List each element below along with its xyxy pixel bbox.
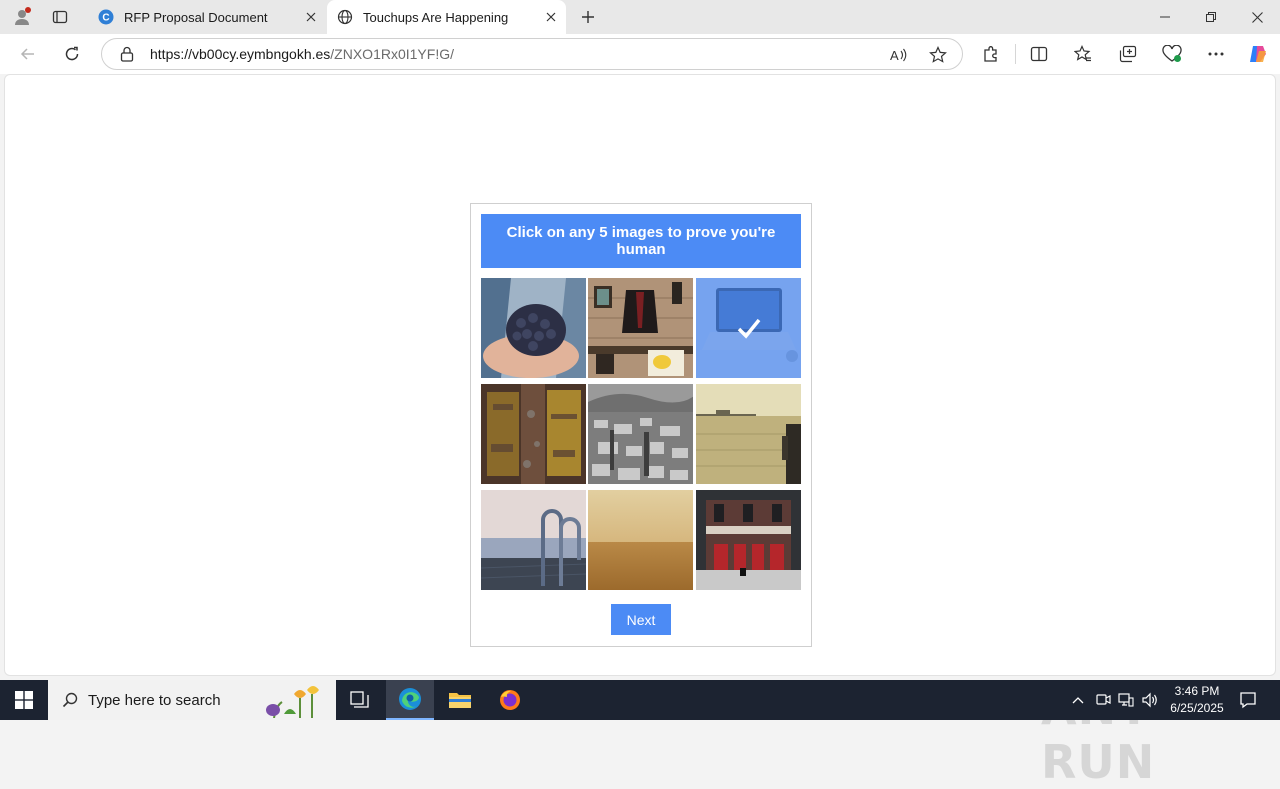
more-dots-icon: [1208, 52, 1224, 56]
taskbar-clock[interactable]: 3:46 PM 6/25/2025: [1164, 683, 1230, 717]
network-icon[interactable]: [1116, 690, 1136, 710]
search-icon: [60, 690, 80, 710]
selected-overlay: [696, 278, 801, 378]
show-hidden-icons-chevron-icon[interactable]: [1068, 690, 1088, 710]
tab-rfp-proposal[interactable]: C RFP Proposal Document: [88, 0, 326, 34]
toolbar-divider: [1015, 44, 1016, 64]
windows-taskbar: Type here to search 3:46 PM 6/25/2025: [0, 680, 1280, 720]
puzzle-icon: [984, 46, 997, 62]
tab-title: Touchups Are Happening: [363, 9, 509, 25]
split-screen-button[interactable]: [1024, 39, 1054, 69]
plus-icon: [582, 11, 594, 23]
svg-text:C: C: [102, 13, 109, 24]
task-view-button[interactable]: [336, 680, 384, 720]
close-icon: [1251, 11, 1263, 23]
close-tab-icon[interactable]: [540, 6, 562, 28]
search-placeholder: Type here to search: [88, 691, 221, 709]
captcha-tile-theater[interactable]: [696, 490, 801, 590]
captcha-heading: Click on any 5 images to prove you're hu…: [481, 214, 801, 268]
globe-icon: [337, 9, 353, 25]
start-button[interactable]: [0, 680, 48, 720]
windows-logo-icon: [15, 691, 33, 709]
volume-icon[interactable]: [1140, 690, 1160, 710]
read-aloud-icon[interactable]: A: [886, 43, 910, 67]
tab-touchups[interactable]: Touchups Are Happening: [327, 0, 566, 34]
clock-date: 6/25/2025: [1170, 701, 1224, 715]
captcha-tile-laptop[interactable]: [696, 278, 801, 378]
checkmark-icon: [737, 318, 760, 339]
site-info-icon[interactable]: [116, 43, 138, 65]
browser-essentials-button[interactable]: [1157, 39, 1187, 69]
document-favicon-icon: C: [98, 9, 114, 25]
restore-icon: [1206, 12, 1216, 22]
edge-icon: [399, 688, 421, 710]
back-arrow-icon: [20, 48, 34, 60]
taskbar-edge[interactable]: [386, 680, 434, 720]
captcha-tile-city[interactable]: [588, 384, 693, 484]
new-tab-button[interactable]: [576, 5, 600, 29]
taskbar-search-box[interactable]: Type here to search: [48, 680, 336, 720]
next-button[interactable]: Next: [611, 604, 671, 635]
svg-text:A: A: [890, 48, 899, 63]
copilot-icon: [1250, 46, 1266, 62]
address-bar[interactable]: https://vb00cy.eymbngokh.es/ZNXO1Rx0I1YF…: [101, 38, 963, 70]
taskbar-firefox[interactable]: [486, 680, 534, 720]
copilot-button[interactable]: [1243, 39, 1273, 69]
captcha-tile-desert[interactable]: [588, 490, 693, 590]
favorites-button[interactable]: [1068, 39, 1098, 69]
settings-more-button[interactable]: [1201, 39, 1231, 69]
restore-button[interactable]: [1188, 0, 1234, 34]
task-view-icon: [350, 691, 369, 708]
captcha-tile-grapes[interactable]: [481, 278, 586, 378]
tab-actions-button[interactable]: [46, 4, 74, 30]
folder-icon: [449, 693, 471, 708]
tab-actions-icon: [52, 10, 68, 24]
collections-button[interactable]: [1113, 39, 1143, 69]
back-button[interactable]: [13, 39, 43, 69]
captcha-box: Click on any 5 images to prove you're hu…: [470, 203, 812, 647]
url-path: /ZNXO1Rx0I1YF!G/: [330, 46, 454, 62]
captcha-grid: [481, 278, 802, 591]
captcha-tile-pool-ladder[interactable]: [481, 490, 586, 590]
minimize-icon: [1160, 16, 1170, 18]
spring-flowers-icon: [266, 686, 319, 718]
url-host: https://vb00cy.eymbngokh.es: [150, 46, 331, 62]
firefox-icon: [500, 690, 520, 710]
clock-time: 3:46 PM: [1174, 684, 1220, 698]
profile-icon: [15, 7, 31, 25]
tab-strip: C RFP Proposal Document Touchups Are Hap…: [0, 0, 1280, 34]
meet-now-icon[interactable]: [1093, 690, 1113, 710]
favorite-star-icon[interactable]: [926, 43, 950, 67]
minimize-button[interactable]: [1142, 0, 1188, 34]
heart-pulse-icon: [1162, 45, 1182, 62]
split-screen-icon: [1030, 46, 1048, 62]
favorites-icon: [1074, 45, 1091, 62]
tab-title: RFP Proposal Document: [124, 9, 268, 25]
url-text[interactable]: https://vb00cy.eymbngokh.es/ZNXO1Rx0I1YF…: [150, 46, 454, 62]
refresh-icon: [65, 46, 79, 61]
browser-toolbar: https://vb00cy.eymbngokh.es/ZNXO1Rx0I1YF…: [0, 34, 1280, 74]
web-page: Click on any 5 images to prove you're hu…: [4, 74, 1276, 789]
captcha-tile-coat[interactable]: [588, 278, 693, 378]
refresh-button[interactable]: [57, 39, 87, 69]
extensions-button[interactable]: [976, 39, 1006, 69]
close-tab-icon[interactable]: [300, 6, 322, 28]
notification-center-icon[interactable]: [1236, 688, 1260, 712]
taskbar-file-explorer[interactable]: [436, 680, 484, 720]
close-window-button[interactable]: [1234, 0, 1280, 34]
captcha-tile-waterfront[interactable]: [696, 384, 801, 484]
captcha-tile-door[interactable]: [481, 384, 586, 484]
collections-icon: [1119, 45, 1137, 63]
profile-button[interactable]: [8, 4, 36, 30]
